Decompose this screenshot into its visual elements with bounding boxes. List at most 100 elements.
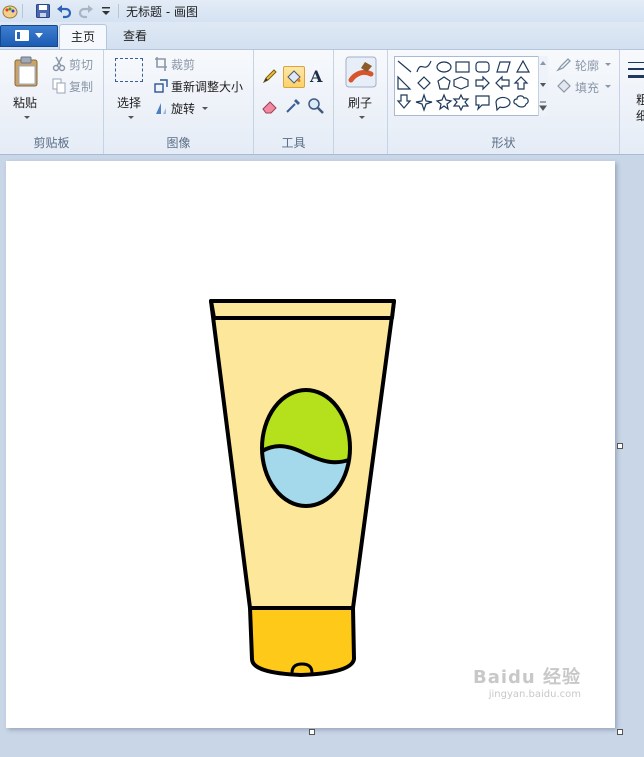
undo-icon[interactable] bbox=[56, 3, 72, 19]
tab-view[interactable]: 查看 bbox=[112, 24, 158, 49]
fill-bucket-tool[interactable] bbox=[283, 66, 305, 88]
up-arrow-shape-icon bbox=[513, 76, 529, 90]
rotate-icon bbox=[156, 103, 166, 114]
color-picker-tool[interactable] bbox=[283, 96, 305, 118]
resize-button[interactable]: 重新调整大小 bbox=[154, 77, 250, 95]
save-icon[interactable] bbox=[35, 3, 51, 19]
drawing-canvas[interactable]: Baidu 经验 jingyan.baidu.com bbox=[6, 161, 615, 728]
text-icon: A bbox=[309, 67, 323, 86]
fill-button[interactable]: 填充 bbox=[556, 78, 614, 96]
ribbon: 粘贴 剪切 复制 剪贴板 选择 裁剪 重新调整大小 旋转 图像 A 工具 刷子 … bbox=[0, 49, 644, 155]
select-button[interactable]: 选择 bbox=[110, 54, 150, 126]
brushes-label: 刷子 bbox=[348, 96, 373, 110]
chevron-down-icon bbox=[605, 85, 611, 88]
resize-label: 重新调整大小 bbox=[171, 80, 244, 94]
canvas-resize-handle-corner[interactable] bbox=[617, 729, 623, 735]
eraser-icon bbox=[262, 101, 277, 114]
copy-label: 复制 bbox=[69, 80, 94, 94]
crop-icon bbox=[155, 57, 167, 71]
fill-label: 填充 bbox=[575, 81, 600, 95]
curve-shape-icon bbox=[416, 60, 432, 73]
title-bar: 无标题 - 画图 bbox=[0, 0, 644, 23]
paint-app-icon[interactable] bbox=[2, 3, 18, 19]
canvas-resize-handle-right[interactable] bbox=[617, 443, 623, 449]
scissors-icon bbox=[52, 56, 66, 72]
rounded-callout-shape-icon bbox=[475, 95, 490, 111]
crop-label: 裁剪 bbox=[171, 58, 196, 72]
fill-bucket-icon bbox=[287, 70, 301, 84]
cut-label: 剪切 bbox=[69, 58, 94, 72]
hexagon-shape-icon bbox=[453, 76, 469, 90]
resize-icon bbox=[154, 79, 168, 93]
watermark-text: Baidu 经验 bbox=[472, 667, 581, 688]
magnifier-icon bbox=[308, 98, 324, 114]
paste-label: 粘贴 bbox=[13, 96, 38, 110]
select-label: 选择 bbox=[117, 96, 142, 110]
image-group: 选择 裁剪 重新调整大小 旋转 图像 bbox=[104, 50, 254, 154]
canvas-resize-handle-bottom[interactable] bbox=[309, 729, 315, 735]
copy-button[interactable]: 复制 bbox=[52, 77, 100, 95]
gallery-expand-icon bbox=[539, 101, 547, 111]
qa-separator bbox=[22, 4, 23, 18]
shapes-group-label: 形状 bbox=[491, 136, 516, 150]
brush-icon bbox=[345, 56, 377, 88]
chevron-down-icon bbox=[359, 116, 365, 119]
six-point-star-shape-icon bbox=[452, 93, 470, 112]
cut-button[interactable]: 剪切 bbox=[52, 55, 100, 73]
left-arrow-shape-icon bbox=[495, 75, 510, 91]
tools-group: A 工具 bbox=[254, 50, 334, 154]
brushes-button[interactable]: 刷子 bbox=[340, 54, 382, 126]
brushes-group: 刷子 bbox=[334, 50, 388, 154]
shapes-gallery bbox=[394, 56, 548, 116]
tab-home[interactable]: 主页 bbox=[59, 24, 107, 50]
shapes-gallery-grid bbox=[396, 59, 531, 112]
five-point-star-shape-icon bbox=[435, 93, 453, 111]
four-point-star-shape-icon bbox=[415, 93, 433, 112]
fill-icon bbox=[557, 79, 571, 93]
outline-label: 轮廓 bbox=[575, 59, 600, 73]
cloud-callout-shape-icon bbox=[513, 95, 529, 108]
workspace: Baidu 经验 jingyan.baidu.com bbox=[0, 155, 644, 757]
diamond-shape-icon bbox=[417, 76, 431, 90]
chevron-down-icon bbox=[202, 107, 208, 110]
text-tool[interactable]: A bbox=[306, 66, 328, 88]
watermark: Baidu 经验 jingyan.baidu.com bbox=[473, 663, 581, 700]
clipboard-group-label: 剪贴板 bbox=[33, 136, 70, 150]
eraser-tool[interactable] bbox=[260, 96, 282, 118]
redo-icon[interactable] bbox=[78, 3, 94, 19]
chevron-down-icon bbox=[24, 116, 30, 119]
tube-drawing bbox=[209, 299, 396, 677]
pentagon-shape-icon bbox=[437, 76, 451, 90]
polygon-shape-icon bbox=[496, 61, 511, 73]
line-size-icon bbox=[628, 62, 644, 78]
chevron-down-icon bbox=[128, 116, 134, 119]
line-shape-icon bbox=[397, 60, 412, 73]
watermark-subtext: jingyan.baidu.com bbox=[488, 689, 581, 700]
scroll-up-icon bbox=[540, 61, 546, 65]
paste-button[interactable]: 粘贴 bbox=[6, 54, 46, 126]
paint-menu-button[interactable] bbox=[0, 25, 58, 47]
crop-button[interactable]: 裁剪 bbox=[154, 55, 214, 73]
rotate-label: 旋转 bbox=[171, 102, 196, 116]
outline-button[interactable]: 轮廓 bbox=[556, 56, 614, 74]
triangle-shape-icon bbox=[515, 59, 531, 73]
customize-toolbar-icon[interactable] bbox=[99, 3, 115, 19]
magnifier-tool[interactable] bbox=[306, 96, 328, 118]
down-arrow-shape-icon bbox=[396, 94, 412, 109]
ribbon-tab-row: 主页 查看 bbox=[0, 22, 644, 50]
rounded-rectangle-shape-icon bbox=[475, 61, 490, 73]
pencil-tool[interactable] bbox=[260, 66, 282, 88]
chevron-down-icon bbox=[35, 33, 43, 38]
image-group-label: 图像 bbox=[166, 136, 191, 150]
scroll-down-icon bbox=[540, 83, 546, 87]
rotate-button[interactable]: 旋转 bbox=[154, 99, 214, 117]
eyedropper-icon bbox=[286, 99, 300, 113]
shapes-gallery-scroll[interactable] bbox=[538, 56, 548, 116]
shapes-scroll-arrows bbox=[539, 61, 547, 111]
size-label: 粗细 bbox=[636, 93, 644, 123]
size-button[interactable]: 粗细 bbox=[624, 56, 644, 128]
oval-shape-icon bbox=[436, 61, 452, 73]
window-title: 无标题 - 画图 bbox=[126, 5, 198, 19]
svg-text:A: A bbox=[309, 67, 323, 86]
outline-icon bbox=[556, 58, 571, 72]
